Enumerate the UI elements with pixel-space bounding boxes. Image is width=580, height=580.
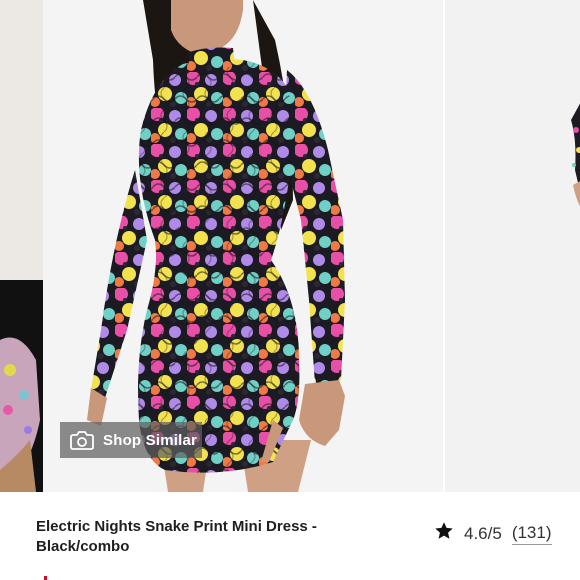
star-icon — [434, 521, 454, 546]
product-rating[interactable]: 4.6/5 (131) — [434, 521, 552, 546]
camera-icon — [70, 430, 94, 450]
shop-similar-button[interactable]: Shop Similar — [60, 422, 202, 458]
product-title-line-1: Electric Nights Snake Print Mini Dress - — [36, 518, 317, 535]
next-product-image — [445, 0, 580, 492]
product-info: Electric Nights Snake Print Mini Dress -… — [0, 492, 580, 580]
carousel-slide-current[interactable]: Shop Similar — [43, 0, 443, 492]
product-title[interactable]: Electric Nights Snake Print Mini Dress -… — [36, 517, 356, 557]
review-count-link[interactable]: (131) — [511, 523, 552, 545]
shop-similar-label: Shop Similar — [103, 431, 198, 449]
product-image — [43, 0, 443, 492]
product-title-line-2: Black/combo — [36, 538, 130, 555]
rating-value: 4.6/5 — [464, 523, 502, 543]
previous-product-image — [0, 0, 43, 492]
product-image-carousel[interactable]: Shop Similar — [0, 0, 580, 492]
carousel-slide-next[interactable] — [443, 0, 580, 492]
carousel-slide-previous[interactable] — [0, 0, 43, 492]
price-indicator — [44, 576, 47, 580]
